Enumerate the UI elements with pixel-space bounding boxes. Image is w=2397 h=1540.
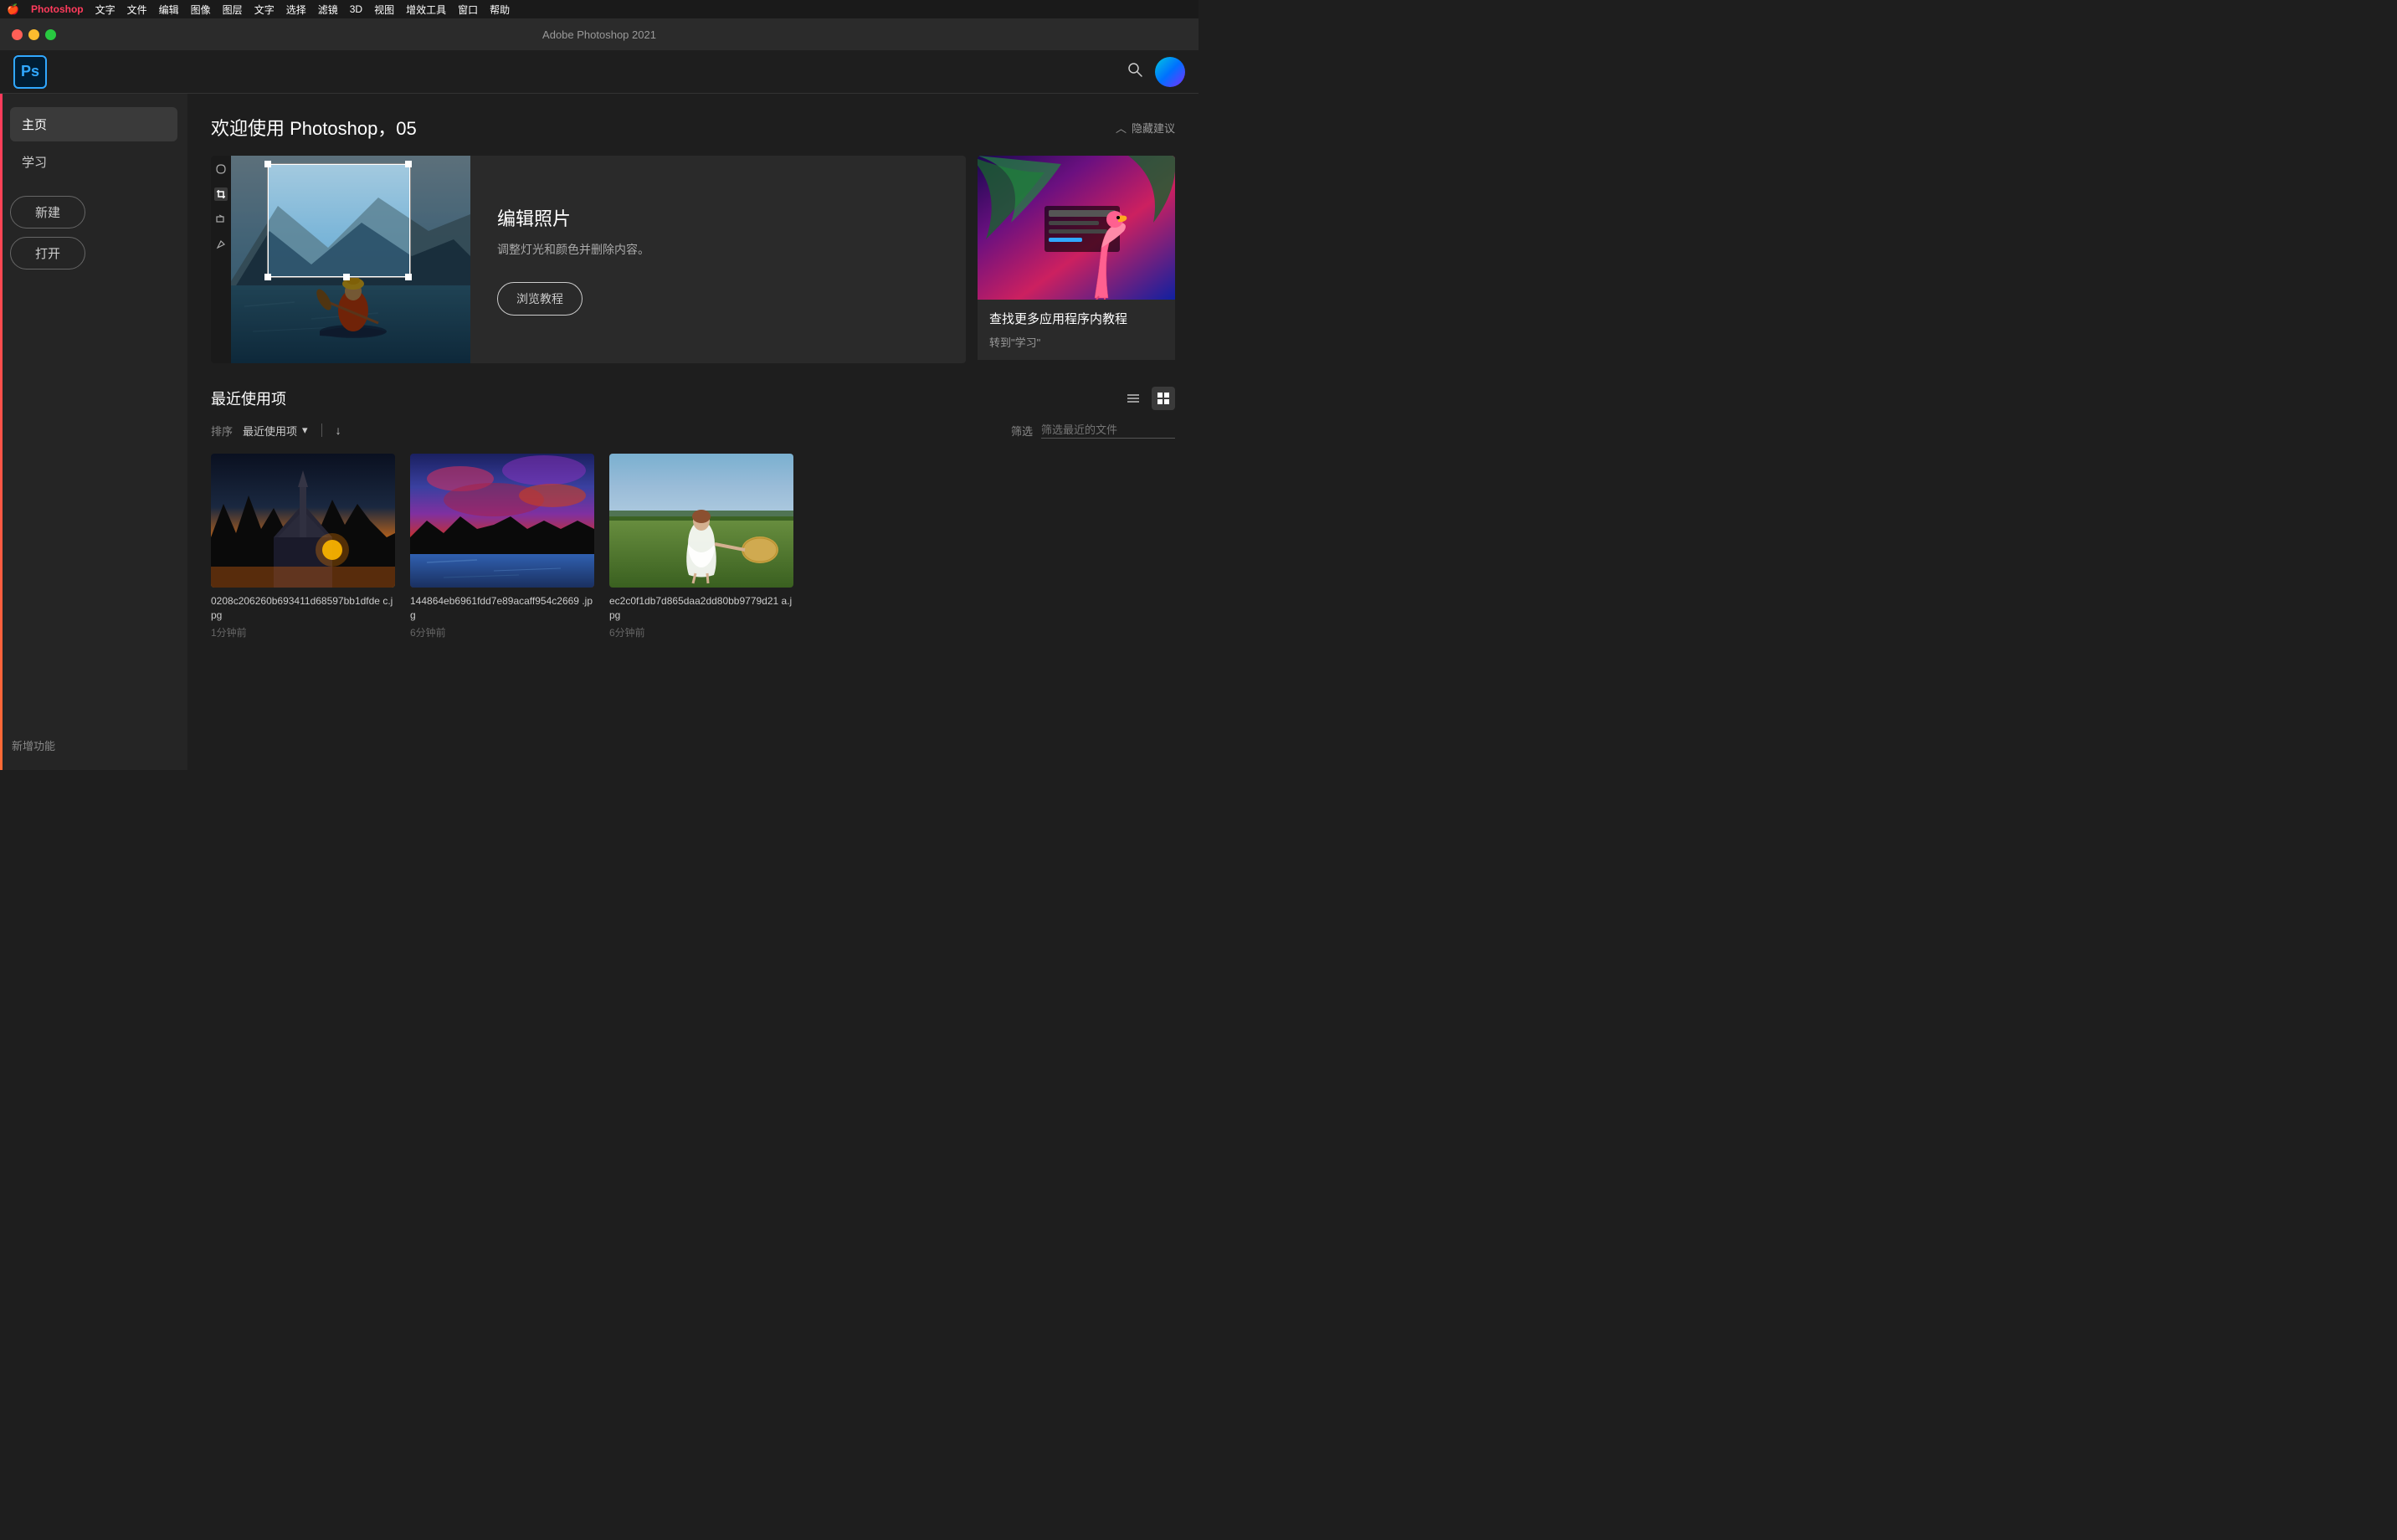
menu-item-view[interactable]: 3D — [350, 3, 362, 15]
menu-item-window[interactable]: 增效工具 — [406, 3, 446, 17]
content-area: 欢迎使用 Photoshop，05 ︿ 隐藏建议 — [187, 94, 1198, 770]
window-title: Adobe Photoshop 2021 — [542, 28, 656, 41]
menu-item-image[interactable]: 编辑 — [159, 3, 179, 17]
side-tutorial-card[interactable]: 查找更多应用程序内教程 转到"学习" — [978, 156, 1175, 363]
pen-tool-icon[interactable] — [214, 238, 228, 251]
app-menu-photoshop[interactable]: Photoshop — [31, 3, 84, 15]
side-card-image — [978, 156, 1175, 300]
apple-menu[interactable]: 🍎 — [7, 3, 19, 15]
file-time-1: 1分钟前 — [211, 625, 395, 639]
tutorial-row: 编辑照片 调整灯光和颜色并删除内容。 浏览教程 — [211, 156, 1175, 363]
file-time-2: 6分钟前 — [410, 625, 594, 639]
ps-logo: Ps — [13, 55, 47, 89]
traffic-lights — [12, 29, 56, 40]
file-thumbnail-2 — [410, 454, 594, 588]
sort-direction-button[interactable]: ↓ — [336, 424, 341, 437]
menu-item-edit[interactable]: 文件 — [127, 3, 147, 17]
menu-item-plugins[interactable]: 视图 — [374, 3, 394, 17]
file-name-2: 144864eb6961fdd7e89acaff954c2669 .jpg — [410, 594, 594, 623]
recent-title: 最近使用项 — [211, 388, 286, 409]
minimize-button[interactable] — [28, 29, 39, 40]
app-header: Ps — [0, 50, 1198, 94]
file-card-1[interactable]: 0208c206260b693411d68597bb1dfde c.jpg 1分… — [211, 454, 395, 639]
search-button[interactable] — [1127, 61, 1143, 82]
recent-files-grid: 0208c206260b693411d68597bb1dfde c.jpg 1分… — [211, 454, 1175, 639]
header-right — [1127, 57, 1185, 87]
menu-item-help[interactable]: 窗口 — [458, 3, 478, 17]
file-thumbnail-1 — [211, 454, 395, 588]
sidebar-buttons: 新建 打开 — [10, 196, 177, 270]
filter-area: 筛选 — [1011, 422, 1175, 439]
sort-value: 最近使用项 — [243, 423, 297, 439]
title-bar: Adobe Photoshop 2021 — [0, 18, 1198, 50]
sort-row: 排序 最近使用项 ▾ ↓ 筛选 — [211, 422, 1175, 439]
tutorial-description: 调整灯光和颜色并删除内容。 — [497, 241, 939, 259]
view-controls — [1122, 387, 1175, 410]
chevron-up-icon: ︿ — [1116, 120, 1127, 136]
menu-item-3d[interactable]: 滤镜 — [318, 3, 338, 17]
maximize-button[interactable] — [45, 29, 56, 40]
menu-item-file[interactable]: 文字 — [95, 3, 115, 17]
tutorial-image — [211, 156, 470, 363]
menu-item-filter[interactable]: 选择 — [286, 3, 306, 17]
lasso-tool-icon[interactable] — [214, 162, 228, 176]
side-card-link[interactable]: 转到"学习" — [989, 334, 1163, 350]
list-view-button[interactable] — [1122, 387, 1145, 410]
filter-input[interactable] — [1041, 422, 1175, 439]
menu-item-layer[interactable]: 图像 — [191, 3, 211, 17]
side-card-content: 查找更多应用程序内教程 转到"学习" — [978, 300, 1175, 360]
new-button[interactable]: 新建 — [10, 196, 85, 228]
file-time-3: 6分钟前 — [609, 625, 793, 639]
user-avatar[interactable] — [1155, 57, 1185, 87]
file-card-2[interactable]: 144864eb6961fdd7e89acaff954c2669 .jpg 6分… — [410, 454, 594, 639]
new-features-link[interactable]: 新增功能 — [12, 737, 55, 753]
main-layout: 主页 学习 新建 打开 新增功能 欢迎使用 Photoshop，05 ︿ 隐藏建… — [0, 94, 1198, 770]
recent-header: 最近使用项 — [211, 387, 1175, 410]
open-button[interactable]: 打开 — [10, 237, 85, 270]
menu-item-type[interactable]: 图层 — [223, 3, 243, 17]
grid-view-button[interactable] — [1152, 387, 1175, 410]
browse-tutorials-button[interactable]: 浏览教程 — [497, 282, 583, 316]
sidebar-item-home[interactable]: 主页 — [10, 107, 177, 141]
crop-tool-icon[interactable] — [214, 187, 228, 201]
hide-suggestions-label: 隐藏建议 — [1132, 120, 1175, 136]
file-thumbnail-3 — [609, 454, 793, 588]
hide-suggestions-button[interactable]: ︿ 隐藏建议 — [1116, 120, 1175, 136]
sidebar-item-learn[interactable]: 学习 — [10, 145, 177, 179]
welcome-title: 欢迎使用 Photoshop，05 — [211, 114, 417, 141]
menu-item-extra[interactable]: 帮助 — [490, 3, 510, 17]
file-name-1: 0208c206260b693411d68597bb1dfde c.jpg — [211, 594, 395, 623]
sidebar: 主页 学习 新建 打开 新增功能 — [0, 94, 187, 770]
tutorial-content: 编辑照片 调整灯光和颜色并删除内容。 浏览教程 — [470, 181, 966, 339]
sort-label: 排序 — [211, 423, 233, 439]
tool-panel — [211, 156, 231, 363]
file-card-3[interactable]: ec2c0f1db7d865daa2dd80bb9779d21 a.jpg 6分… — [609, 454, 793, 639]
menu-bar: 🍎 Photoshop 文字 文件 编辑 图像 图层 文字 选择 滤镜 3D 视… — [0, 0, 1198, 18]
dropdown-arrow-icon: ▾ — [302, 424, 308, 437]
sort-divider — [321, 424, 322, 437]
filter-label: 筛选 — [1011, 423, 1033, 439]
main-tutorial-card[interactable]: 编辑照片 调整灯光和颜色并删除内容。 浏览教程 — [211, 156, 966, 363]
file-name-3: ec2c0f1db7d865daa2dd80bb9779d21 a.jpg — [609, 594, 793, 623]
welcome-row: 欢迎使用 Photoshop，05 ︿ 隐藏建议 — [211, 114, 1175, 141]
close-button[interactable] — [12, 29, 23, 40]
sort-select[interactable]: 最近使用项 ▾ — [243, 423, 308, 439]
menu-item-select[interactable]: 文字 — [254, 3, 275, 17]
transform-tool-icon[interactable] — [214, 213, 228, 226]
side-card-title: 查找更多应用程序内教程 — [989, 310, 1163, 327]
tutorial-title: 编辑照片 — [497, 204, 939, 231]
